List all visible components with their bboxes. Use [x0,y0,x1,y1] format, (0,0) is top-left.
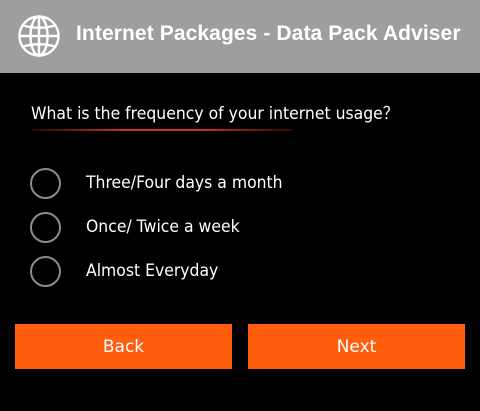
back-button[interactable]: Back [15,324,232,369]
option-three-four-days-a-month[interactable]: Three/Four days a month [30,165,430,201]
option-label: Almost Everyday [86,261,219,281]
radio-button[interactable] [30,211,61,243]
option-almost-everyday[interactable]: Almost Everyday [30,253,430,289]
option-label: Three/Four days a month [86,173,283,193]
option-label: Once/ Twice a week [86,217,240,237]
question-divider [32,129,294,131]
radio-button[interactable] [30,167,61,199]
app-screen: Internet Packages - Data Pack Adviser Wh… [0,0,480,411]
radio-button[interactable] [30,255,61,287]
next-button[interactable]: Next [248,324,465,369]
app-title: Internet Packages - Data Pack Adviser [76,22,461,45]
title-bar: Internet Packages - Data Pack Adviser [0,0,480,73]
question-text: What is the frequency of your internet u… [31,104,399,124]
option-once-twice-a-week[interactable]: Once/ Twice a week [30,209,430,245]
globe-icon [18,15,60,57]
